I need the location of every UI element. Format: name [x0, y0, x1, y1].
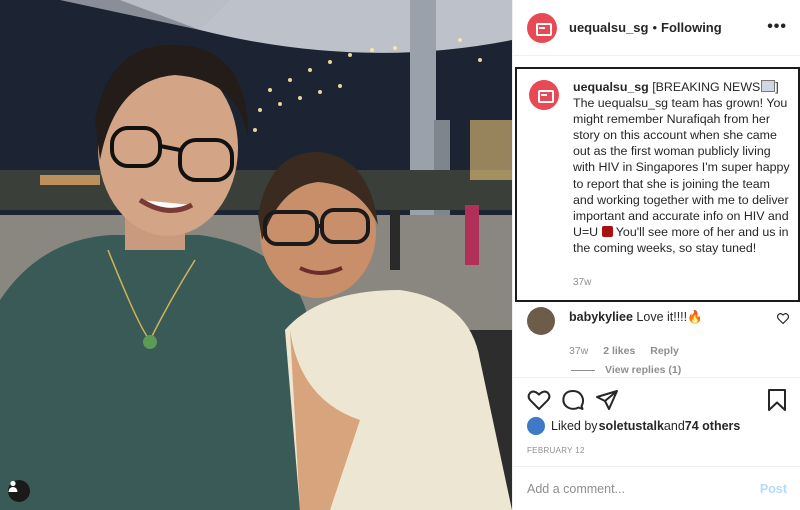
- heart-icon[interactable]: [527, 388, 551, 412]
- ribbon-emoji-icon: [601, 225, 613, 237]
- comment-time[interactable]: 37w: [569, 345, 588, 357]
- caption-username[interactable]: uequalsu_sg: [573, 80, 649, 94]
- comment-like-heart-icon[interactable]: [777, 313, 789, 324]
- following-button[interactable]: Following: [661, 20, 722, 35]
- post-actions: Liked by soletustalk and 74 others FEBRU…: [513, 377, 800, 510]
- view-replies-label: View replies (1): [605, 364, 682, 376]
- photo-illustration: [0, 0, 512, 510]
- calendar-emoji-icon: [761, 80, 776, 92]
- comment-likes[interactable]: 2 likes: [603, 345, 635, 357]
- view-replies-button[interactable]: View replies (1): [571, 364, 681, 376]
- post-author-username[interactable]: uequalsu_sg: [569, 20, 648, 35]
- caption-avatar[interactable]: [529, 80, 559, 110]
- comment-meta: 37w 2 likes Reply: [569, 345, 793, 357]
- caption-part-2: ] The uequalsu_sg team has grown! You mi…: [573, 80, 790, 239]
- comment-item: babykyliee Love it!!!!🔥 37w 2 likes Repl…: [527, 307, 793, 357]
- post-header: uequalsu_sg • Following •••: [513, 0, 800, 56]
- caption-text: uequalsu_sg [BREAKING NEWS] The uequalsu…: [573, 79, 790, 256]
- user-icon: [8, 480, 18, 492]
- header-separator: •: [652, 20, 658, 35]
- liker-avatar: [527, 417, 545, 435]
- post-sidebar: uequalsu_sg • Following ••• uequalsu_sg …: [512, 0, 800, 510]
- post-comment-button[interactable]: Post: [760, 482, 787, 496]
- likes-summary[interactable]: Liked by soletustalk and 74 others: [527, 417, 740, 435]
- reply-button[interactable]: Reply: [650, 345, 679, 357]
- caption-highlight-box: uequalsu_sg [BREAKING NEWS] The uequalsu…: [515, 67, 800, 302]
- caption-part-1: [BREAKING NEWS: [648, 80, 761, 94]
- add-comment-bar: Post: [513, 466, 800, 510]
- likes-middle: and: [663, 419, 685, 433]
- tagged-user-icon[interactable]: [8, 480, 30, 502]
- caption-timestamp[interactable]: 37w: [573, 277, 591, 288]
- instagram-post-view: uequalsu_sg • Following ••• uequalsu_sg …: [0, 0, 800, 510]
- bookmark-icon[interactable]: [765, 388, 789, 412]
- post-photo[interactable]: [0, 0, 512, 510]
- commenter-avatar[interactable]: [527, 307, 555, 335]
- profile-avatar[interactable]: [527, 12, 557, 43]
- post-date[interactable]: FEBRUARY 12: [527, 446, 585, 455]
- comment-text: Love it!!!!🔥: [632, 310, 703, 324]
- add-comment-input[interactable]: [527, 482, 760, 496]
- more-options-icon[interactable]: •••: [767, 18, 787, 36]
- commenter-username[interactable]: babykyliee: [569, 310, 633, 324]
- liker-username[interactable]: soletustalk: [599, 419, 664, 433]
- comment-icon[interactable]: [561, 388, 585, 412]
- likes-prefix: Liked by: [551, 419, 598, 433]
- likes-others[interactable]: 74 others: [685, 419, 741, 433]
- share-icon[interactable]: [595, 388, 619, 412]
